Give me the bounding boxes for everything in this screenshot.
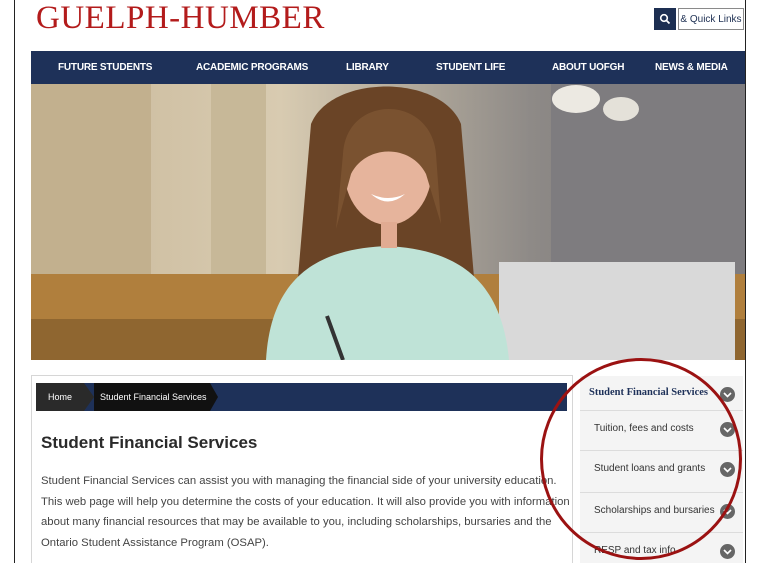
sidebar-item-resp[interactable]: RESP and tax info xyxy=(580,532,743,572)
page-border-left xyxy=(14,0,15,563)
sidebar-item-label: Scholarships and bursaries xyxy=(594,505,715,516)
nav-student-life[interactable]: STUDENT LIFE xyxy=(436,51,505,84)
sidebar-item-tuition[interactable]: Tuition, fees and costs xyxy=(580,410,743,450)
chevron-down-icon[interactable] xyxy=(720,422,735,437)
sidebar-item-label: RESP and tax info xyxy=(594,545,676,556)
intro-paragraph: Student Financial Services can assist yo… xyxy=(41,475,570,549)
nav-about-uofgh[interactable]: ABOUT UOFGH xyxy=(552,51,624,84)
chevron-down-icon[interactable] xyxy=(720,544,735,559)
chevron-down-icon[interactable] xyxy=(720,504,735,519)
page-title: Student Financial Services xyxy=(41,433,258,452)
breadcrumb-separator xyxy=(84,383,94,411)
site-logo[interactable]: GUELPH-HUMBER xyxy=(36,0,325,38)
sidebar-header-label: Student Financial Services xyxy=(589,387,709,398)
breadcrumb-current-arrow xyxy=(210,383,218,411)
sidebar-item-label: Student loans and grants xyxy=(594,463,706,474)
sidebar-item-scholarships[interactable]: Scholarships and bursaries xyxy=(580,492,743,532)
student-photo xyxy=(31,84,745,360)
quick-links-button[interactable]: & Quick Links xyxy=(678,8,744,30)
nav-future-students[interactable]: FUTURE STUDENTS xyxy=(58,51,152,84)
chevron-down-icon[interactable] xyxy=(720,462,735,477)
main-nav: FUTURE STUDENTS ACADEMIC PROGRAMS LIBRAR… xyxy=(31,51,745,84)
chevron-down-icon[interactable] xyxy=(720,387,735,402)
page-border-right xyxy=(745,0,746,563)
search-icon xyxy=(659,13,671,25)
search-button[interactable] xyxy=(654,8,676,30)
nav-library[interactable]: LIBRARY xyxy=(346,51,389,84)
nav-news-media[interactable]: NEWS & MEDIA xyxy=(655,51,728,84)
hero-image xyxy=(31,84,745,360)
sidebar-item-label: Tuition, fees and costs xyxy=(594,423,694,434)
nav-academic-programs[interactable]: ACADEMIC PROGRAMS xyxy=(196,51,308,84)
sidebar-item-loans[interactable]: Student loans and grants xyxy=(580,450,743,490)
breadcrumb-home[interactable]: Home xyxy=(36,383,84,411)
breadcrumb-current: Student Financial Services xyxy=(94,383,210,411)
